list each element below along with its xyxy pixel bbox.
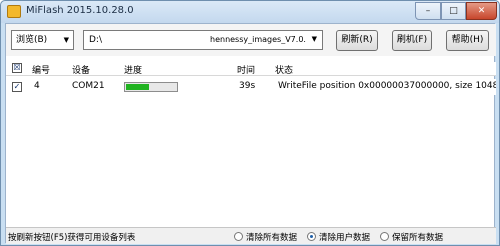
radio-label: 清除用户数据 [319, 233, 371, 243]
radio-clear-all[interactable]: 清除所有数据 [234, 231, 297, 243]
elapsed-time: 39s [239, 81, 256, 91]
chevron-down-icon: ▼ [63, 36, 69, 44]
miflash-window: MiFlash 2015.10.28.0 – □ ✕ 浏览(B) ▼ D:\ h… [0, 0, 500, 246]
rom-path-combobox[interactable]: D:\ hennessy_images_V7.0. ▼ [83, 30, 323, 50]
minimize-button[interactable]: – [415, 2, 441, 20]
device-status: WriteFile position 0x00000037000000, siz… [278, 81, 496, 91]
browse-label: 浏览(B) [16, 35, 48, 45]
path-filename: hennessy_images_V7.0. [210, 35, 306, 44]
radio-label: 保留所有数据 [392, 233, 444, 243]
device-table-header: ☒ 编号 设备 进度 时间 状态 [6, 62, 496, 76]
flash-button[interactable]: 刷机(F) [392, 30, 432, 51]
main-panel: 浏览(B) ▼ D:\ hennessy_images_V7.0. ▼ 刷新(R… [5, 23, 496, 244]
maximize-button[interactable]: □ [441, 2, 466, 20]
radio-icon[interactable] [234, 232, 243, 241]
radio-clear-user[interactable]: 清除用户数据 [307, 231, 370, 243]
help-button[interactable]: 帮助(H) [446, 30, 489, 51]
status-bar: 按刷新按钮(F5)获得可用设备列表 清除所有数据 清除用户数据 保留所有数据 [6, 227, 496, 244]
column-header-progress[interactable]: 进度 [124, 63, 142, 76]
column-header-id[interactable]: 编号 [32, 63, 50, 76]
device-row-checkbox[interactable]: ✓ [12, 82, 22, 92]
refresh-button[interactable]: 刷新(R) [336, 30, 378, 51]
column-header-time[interactable]: 时间 [237, 63, 255, 76]
status-message: 按刷新按钮(F5)获得可用设备列表 [8, 233, 136, 243]
device-port: COM21 [72, 81, 105, 91]
path-drive: D:\ [89, 35, 102, 45]
flash-progress-fill [126, 84, 149, 90]
browse-dropdown[interactable]: 浏览(B) ▼ [11, 30, 74, 50]
close-button[interactable]: ✕ [466, 2, 497, 20]
device-id: 4 [34, 81, 40, 91]
radio-icon[interactable] [380, 232, 389, 241]
flash-progress-bar [124, 82, 178, 92]
toolbar: 浏览(B) ▼ D:\ hennessy_images_V7.0. ▼ 刷新(R… [6, 24, 496, 56]
title-bar[interactable]: MiFlash 2015.10.28.0 – □ ✕ [1, 1, 499, 23]
window-title: MiFlash 2015.10.28.0 [26, 5, 134, 16]
column-header-status[interactable]: 状态 [275, 63, 293, 76]
chevron-down-icon[interactable]: ▼ [312, 35, 317, 43]
column-header-device[interactable]: 设备 [72, 63, 90, 76]
device-row[interactable]: ✓ 4 COM21 39s WriteFile position 0x00000… [6, 79, 496, 95]
radio-label: 清除所有数据 [246, 233, 298, 243]
app-icon [7, 5, 21, 18]
radio-icon[interactable] [307, 232, 316, 241]
select-all-checkbox[interactable]: ☒ [12, 63, 22, 73]
radio-keep-all[interactable]: 保留所有数据 [380, 231, 443, 243]
